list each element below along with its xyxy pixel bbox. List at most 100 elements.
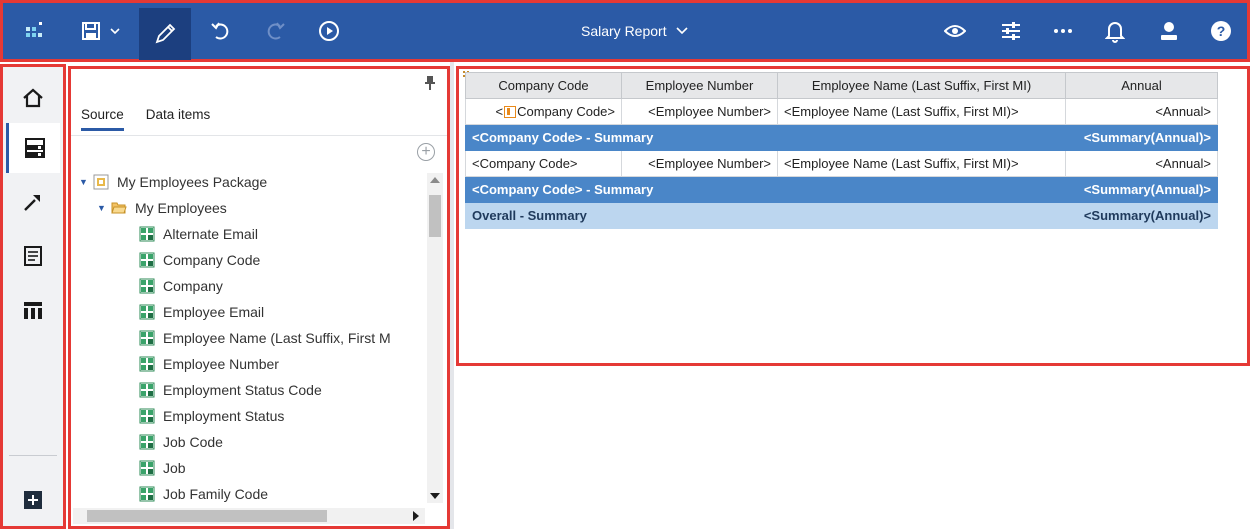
folder-label: My Employees [135, 200, 227, 216]
column-header[interactable]: Employee Number [621, 72, 778, 99]
report-list-table[interactable]: Company Code Employee Number Employee Na… [465, 72, 1218, 229]
tree-item-label: Employee Email [163, 304, 265, 320]
tree-item-label: Alternate Email [163, 226, 258, 242]
add-source-button[interactable]: + [417, 143, 435, 161]
horizontal-scrollbar[interactable] [73, 508, 425, 524]
tree-item-label: Employment Status Code [163, 382, 322, 398]
tab-data-items[interactable]: Data items [146, 107, 211, 131]
annual-cell[interactable]: <Annual> [1065, 98, 1218, 125]
table-row: <Company Code> <Employee Number> <Employ… [465, 150, 1218, 177]
tree-item[interactable]: Employment Status Code [79, 377, 431, 403]
expand-caret-icon[interactable]: ▼ [97, 203, 111, 213]
overall-summary-value[interactable]: <Summary(Annual)> [1065, 202, 1218, 229]
company-code-cell[interactable]: <Company Code> [465, 150, 622, 177]
save-icon[interactable] [79, 11, 103, 51]
tree-item[interactable]: Job Code [79, 429, 431, 455]
tree-item-label: Job Code [163, 434, 223, 450]
scroll-up-arrow-icon[interactable] [430, 177, 440, 183]
tree-item[interactable]: Job Family Code [79, 481, 431, 507]
column-header[interactable]: Annual [1065, 72, 1218, 99]
table-header-row: Company Code Employee Number Employee Na… [465, 72, 1218, 99]
column-header[interactable]: Employee Name (Last Suffix, First MI) [777, 72, 1066, 99]
summary-value[interactable]: <Summary(Annual)> [1065, 124, 1218, 151]
column-header[interactable]: Company Code [465, 72, 622, 99]
scroll-thumb[interactable] [87, 510, 327, 522]
folder-open-icon [111, 202, 127, 214]
scroll-right-arrow-icon[interactable] [413, 511, 419, 521]
query-item-icon [139, 434, 155, 450]
pages-icon[interactable] [6, 231, 60, 281]
tree-item-label: Employment Status [163, 408, 285, 424]
summary-row: <Company Code> - Summary <Summary(Annual… [465, 124, 1218, 151]
tree-item[interactable]: Employee Number [79, 351, 431, 377]
cell-text: Company Code> [517, 104, 615, 119]
overall-summary-row: Overall - Summary <Summary(Annual)> [465, 202, 1218, 229]
tree-folder[interactable]: ▼ My Employees [79, 195, 431, 221]
panel-splitter[interactable] [450, 62, 454, 529]
summary-row: <Company Code> - Summary <Summary(Annual… [465, 176, 1218, 203]
more-icon[interactable] [1049, 11, 1077, 51]
tabs-divider [71, 135, 447, 136]
query-item-icon [139, 226, 155, 242]
tree-item[interactable]: Employment Status [79, 403, 431, 429]
chevron-down-icon [676, 27, 688, 35]
report-canvas: Company Code Employee Number Employee Na… [456, 66, 1250, 366]
home-icon[interactable] [6, 73, 60, 123]
query-item-icon [139, 408, 155, 424]
tree-item-label: Company [163, 278, 223, 294]
employee-number-cell[interactable]: <Employee Number> [621, 98, 778, 125]
tab-source[interactable]: Source [81, 107, 124, 131]
summary-value[interactable]: <Summary(Annual)> [1065, 176, 1218, 203]
query-item-icon [139, 486, 155, 502]
left-rail [0, 64, 66, 529]
vertical-scrollbar[interactable] [427, 173, 443, 503]
employee-name-cell[interactable]: <Employee Name (Last Suffix, First MI)> [777, 150, 1066, 177]
play-icon[interactable] [315, 11, 343, 51]
report-title: Salary Report [581, 23, 667, 39]
rail-divider [9, 455, 57, 456]
undo-icon[interactable] [207, 11, 235, 51]
scroll-thumb[interactable] [429, 195, 441, 237]
overall-summary-label[interactable]: Overall - Summary [465, 202, 1066, 229]
employee-number-cell[interactable]: <Employee Number> [621, 150, 778, 177]
query-item-icon [139, 356, 155, 372]
apps-icon[interactable] [19, 11, 51, 51]
table-icon[interactable] [6, 285, 60, 335]
summary-label[interactable]: <Company Code> - Summary [465, 124, 1066, 151]
summary-label[interactable]: <Company Code> - Summary [465, 176, 1066, 203]
expand-caret-icon[interactable]: ▼ [79, 177, 93, 187]
company-code-cell[interactable]: < Company Code> [465, 98, 622, 125]
redo-icon[interactable] [261, 11, 289, 51]
top-toolbar: Salary Report ? [0, 0, 1250, 62]
chevron-down-icon[interactable] [107, 11, 123, 51]
help-icon[interactable]: ? [1207, 11, 1235, 51]
panel-tabs: Source Data items [81, 107, 210, 131]
user-icon[interactable] [1155, 11, 1183, 51]
tree-item[interactable]: Alternate Email [79, 221, 431, 247]
cell-text: < [495, 104, 504, 119]
employee-name-cell[interactable]: <Employee Name (Last Suffix, First MI)> [777, 98, 1066, 125]
annual-cell[interactable]: <Annual> [1065, 150, 1218, 177]
hammer-icon[interactable] [6, 177, 60, 227]
bell-icon[interactable] [1101, 11, 1129, 51]
add-icon[interactable] [6, 475, 60, 525]
tree-package[interactable]: ▼ My Employees Package [79, 169, 431, 195]
package-label: My Employees Package [117, 174, 268, 190]
pin-icon[interactable] [423, 75, 437, 91]
report-title-dropdown[interactable]: Salary Report [581, 23, 689, 39]
scroll-down-arrow-icon[interactable] [430, 493, 440, 499]
tree-item[interactable]: Employee Email [79, 299, 431, 325]
query-item-icon [139, 304, 155, 320]
tree-item[interactable]: Job [79, 455, 431, 481]
tree-item[interactable]: Company [79, 273, 431, 299]
tree-item[interactable]: Employee Name (Last Suffix, First M [79, 325, 431, 351]
sliders-icon[interactable] [997, 11, 1025, 51]
tree-item-label: Employee Name (Last Suffix, First M [163, 330, 391, 346]
query-item-icon [139, 278, 155, 294]
query-item-icon [139, 330, 155, 346]
query-item-icon [139, 252, 155, 268]
eye-icon[interactable] [941, 11, 969, 51]
tree-item[interactable]: Company Code [79, 247, 431, 273]
data-source-icon[interactable] [6, 123, 60, 173]
pencil-icon[interactable] [139, 8, 191, 60]
